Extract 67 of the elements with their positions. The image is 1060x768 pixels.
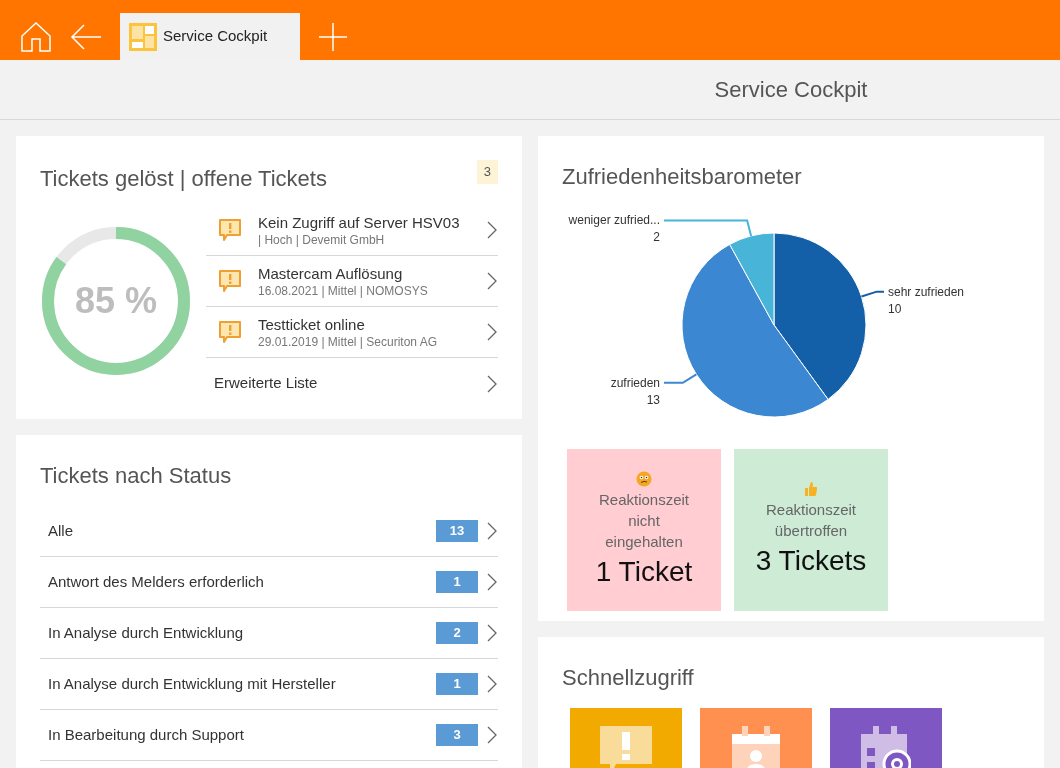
slice-value: 13 [646,392,660,407]
tile-caption: Reaktionszeit nicht eingehalten [598,489,691,552]
slice-label: sehr zufrieden [888,284,965,299]
chevron-right-icon [486,572,498,592]
confused-face-icon [636,470,652,487]
ticket-item[interactable]: Kein Zugriff auf Server HSV03 | Hoch | Devemit GmbH [206,205,498,256]
status-row[interactable]: In Analyse durch Entwicklung mit Hersteller 1 [40,659,498,710]
chevron-right-icon [486,623,498,643]
alert-message-icon [218,218,242,242]
ticket-meta: 29.01.2019 | Mittel | Securiton AG [258,333,438,350]
page-title: Service Cockpit [714,76,868,104]
calendar-clock-icon [861,726,911,768]
slice-value: 2 [653,230,660,245]
alert-message-icon [218,320,242,344]
plus-icon [318,21,348,52]
card-title: Schnellzugriff [562,664,695,692]
chevron-right-icon [486,725,498,745]
status-label: In Analyse durch Entwicklung mit Hersteller [48,673,337,694]
count-badge: 3 [436,724,478,746]
alert-message-icon [600,726,652,768]
alert-message-icon [218,269,242,293]
slice-label: weniger zufried... [568,213,660,228]
chevron-right-icon [486,521,498,541]
ticket-item[interactable]: Mastercam Auflösung 16.08.2021 | Mittel | NOMOSYS [206,256,498,307]
leader-line [860,290,885,298]
link-text: Erweiterte Liste [214,373,318,394]
tile-value: 1 Ticket [595,554,693,589]
status-row[interactable]: Alle 13 [40,506,498,557]
count-badge: 2 [436,622,478,644]
status-label: Alle [48,520,74,541]
status-row[interactable]: Antwort des Melders erforderlich 1 [40,557,498,608]
percentage-text: 85 % [74,279,158,323]
tab[interactable]: Service Cockpit [120,13,300,60]
slice-label: zufrieden [610,375,660,390]
chevron-right-icon [486,674,498,694]
status-label: In Analyse durch Entwicklung [48,622,245,643]
count-badge: 1 [436,673,478,695]
status-row[interactable]: In Analyse durch Entwicklung 2 [40,608,498,659]
ticket-item[interactable]: Testticket online 29.01.2019 | Mittel | Securiton AG [206,307,498,358]
tile-caption: Reaktionszeit übertroffen [765,500,858,541]
ticket-meta: | Hoch | Devemit GmbH [258,231,386,248]
count-badge: 3 [476,160,498,184]
calendar-person-icon [732,726,780,768]
chevron-right-icon [486,220,498,240]
status-label: In Bearbeitung durch Support [48,724,245,745]
chevron-right-icon [486,271,498,291]
chevron-right-icon [486,322,498,342]
ticket-title: Mastercam Auflösung [258,263,404,283]
home-icon [20,20,52,53]
back-arrow-icon [70,22,102,51]
status-row[interactable]: In Bearbeitung durch Support 3 [40,710,498,761]
ticket-meta: 16.08.2021 | Mittel | NOMOSYS [258,282,429,299]
thumbs-up-icon [804,481,818,497]
chevron-right-icon [486,373,498,394]
leader-line [663,373,698,384]
count-badge: 13 [436,520,478,542]
extended-list-link[interactable]: Erweiterte Liste [206,358,498,409]
slice-value: 10 [888,301,902,316]
count-badge: 1 [436,571,478,593]
card-title: Tickets nach Status [40,462,233,490]
tile-value: 3 Tickets [755,544,867,578]
card-title: Tickets gelöst | offene Tickets [40,165,327,193]
card-title: Zufriedenheitsbarometer [561,163,803,191]
status-label: Antwort des Melders erforderlich [48,571,265,592]
dashboard-icon [129,22,157,51]
ticket-title: Kein Zugriff auf Server HSV03 [258,212,461,232]
ticket-title: Testticket online [258,314,366,334]
